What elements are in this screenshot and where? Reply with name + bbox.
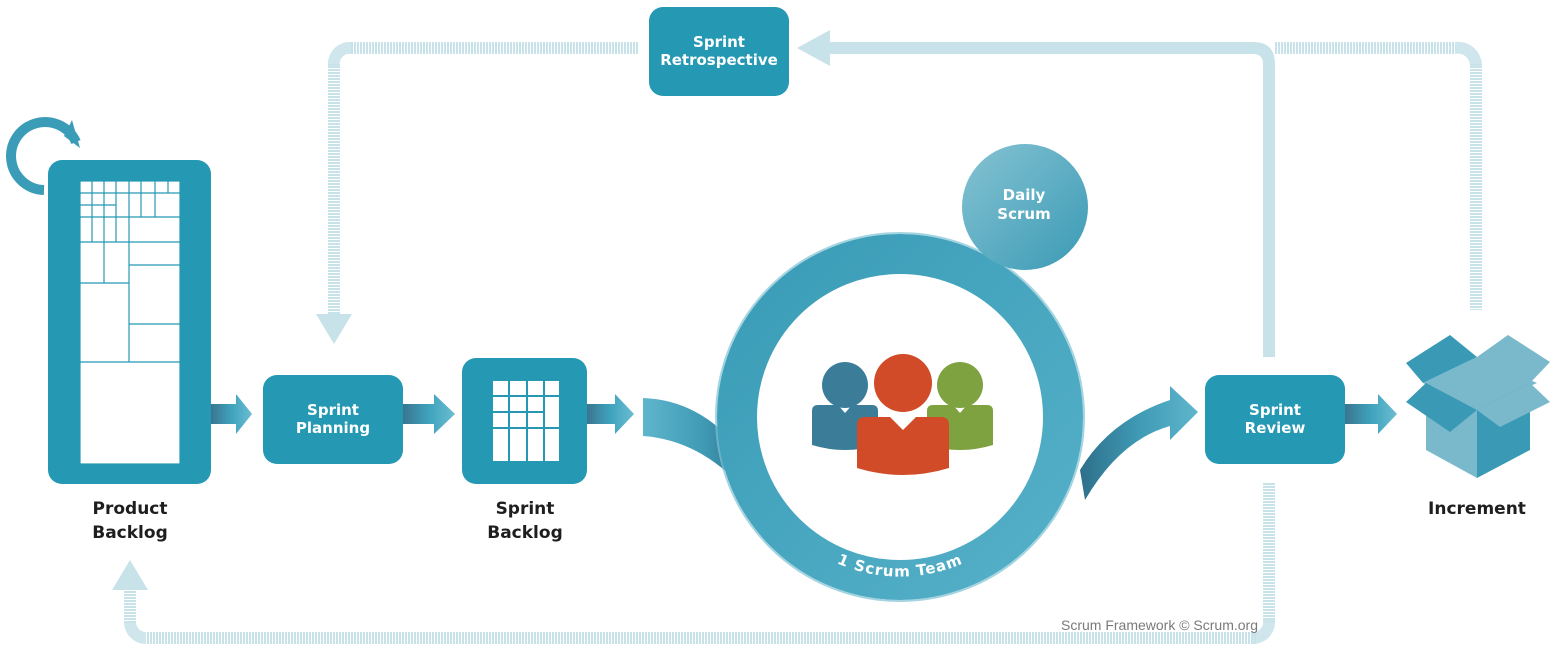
daily-scrum[interactable]: Daily Scrum <box>962 144 1088 270</box>
person-left-icon <box>822 362 868 408</box>
sprint-retrospective[interactable]: Sprint Retrospective <box>649 7 789 96</box>
person-center-icon <box>874 354 932 412</box>
arrow-left-icon <box>797 30 830 66</box>
flow-arrow <box>1345 394 1397 434</box>
retrospective-to-planning-feedback <box>316 41 638 344</box>
sprint-backlog-label-2: Backlog <box>487 523 563 543</box>
person-right-icon <box>937 362 983 408</box>
flow-arrow <box>211 394 252 434</box>
increment[interactable]: Increment <box>1406 335 1550 519</box>
sprint-review[interactable]: Sprint Review <box>1205 375 1345 464</box>
sprint-planning-label: Sprint <box>307 401 359 419</box>
scrum-framework-diagram: Product Backlog Sprint Planning Sprint B… <box>6 7 1550 645</box>
increment-feedback <box>1275 41 1483 310</box>
copyright-credit: Scrum Framework © Scrum.org <box>1061 617 1258 633</box>
sprint-review-label-2: Review <box>1245 419 1306 437</box>
arrow-down-icon <box>316 314 352 344</box>
sprint-planning[interactable]: Sprint Planning <box>263 375 403 464</box>
daily-scrum-label: Daily <box>1003 186 1046 204</box>
scrum-team-people-icon <box>812 354 993 475</box>
product-backlog-label-2: Backlog <box>92 523 168 543</box>
product-backlog-items-icon <box>79 180 181 465</box>
sprint-backlog-label: Sprint <box>496 499 555 519</box>
sprint-retrospective-label-2: Retrospective <box>660 51 778 69</box>
daily-scrum-label-2: Scrum <box>997 205 1050 223</box>
flow-arrow <box>587 394 634 434</box>
arrow-up-icon <box>112 560 148 590</box>
open-box-icon <box>1406 335 1550 478</box>
sprint-planning-label-2: Planning <box>296 419 370 437</box>
sprint-retrospective-label: Sprint <box>693 33 745 51</box>
sprint-ring <box>717 234 1083 600</box>
increment-label: Increment <box>1428 499 1526 519</box>
product-backlog[interactable]: Product Backlog <box>6 117 211 543</box>
sprint-review-label: Sprint <box>1249 401 1301 419</box>
product-backlog-label: Product <box>93 499 168 519</box>
sprint-swoosh-out <box>1080 386 1198 500</box>
flow-arrow <box>403 394 455 434</box>
sprint-backlog-items-icon <box>493 381 559 461</box>
sprint-backlog[interactable]: Sprint Backlog <box>462 358 587 543</box>
sprint-cycle: 1 Scrum Team <box>715 232 1085 602</box>
